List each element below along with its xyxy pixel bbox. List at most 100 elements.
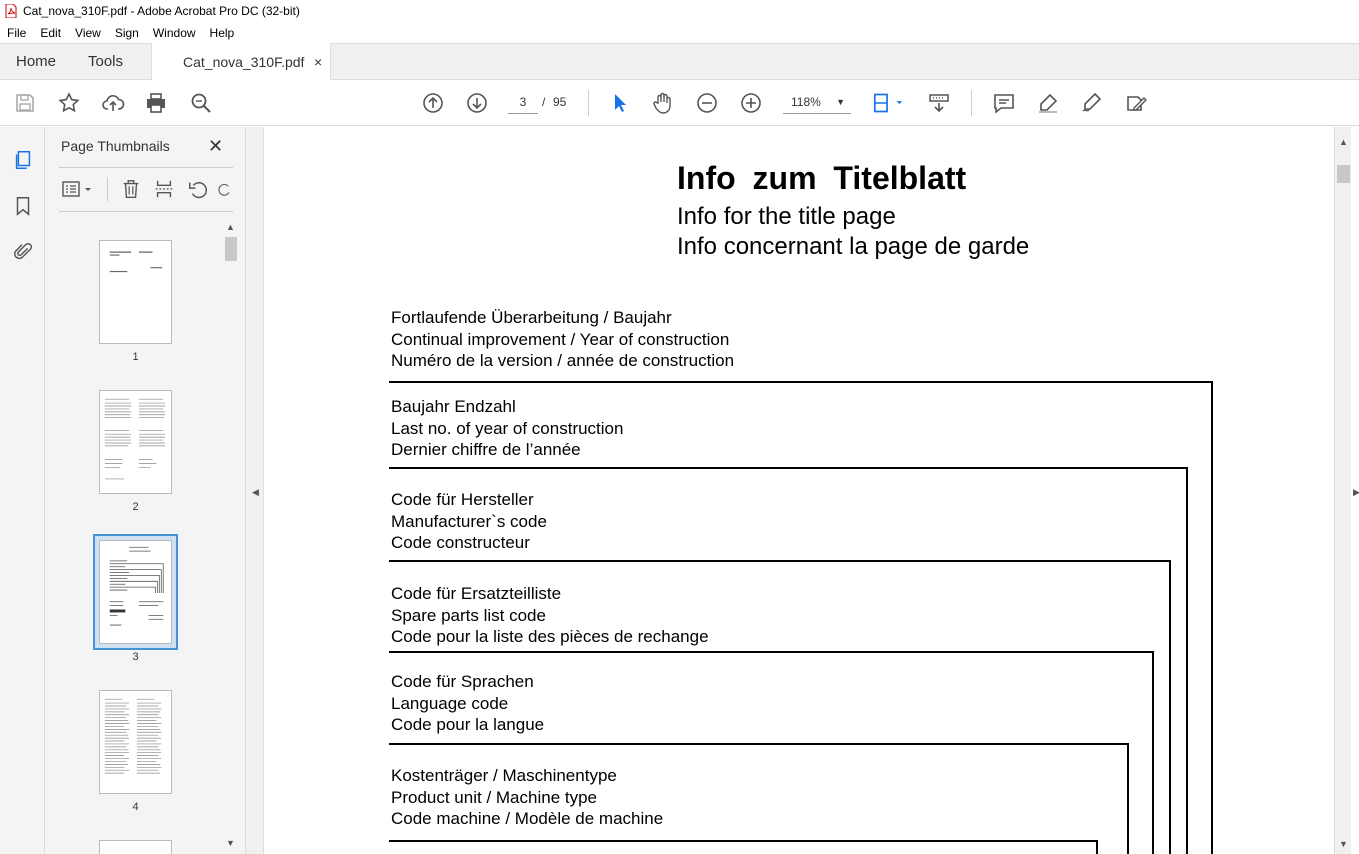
document-scrollbar[interactable]: ▲ ▼ — [1334, 127, 1351, 854]
rotate-clockwise-icon[interactable] — [217, 177, 233, 201]
menu-edit[interactable]: Edit — [33, 26, 68, 40]
window-title: Cat_nova_310F.pdf - Adobe Acrobat Pro DC… — [23, 4, 300, 18]
menu-view[interactable]: View — [68, 26, 108, 40]
close-icon[interactable]: ✕ — [208, 136, 223, 157]
bookmark-star-icon[interactable] — [56, 90, 82, 116]
block-text-fr: Dernier chiffre de l’année — [391, 440, 581, 459]
info-block: Fortlaufende Überarbeitung / Baujahr Con… — [391, 307, 734, 372]
block-text-de: Baujahr Endzahl — [391, 397, 516, 416]
fill-sign-icon[interactable] — [1123, 90, 1149, 116]
bracket-line — [389, 840, 1098, 842]
menu-bar: File Edit View Sign Window Help — [0, 22, 1359, 43]
page-thumbnail[interactable] — [99, 840, 172, 854]
page-separator: / — [542, 95, 546, 109]
hand-tool-icon[interactable] — [650, 90, 676, 116]
block-text-fr: Code constructeur — [391, 533, 530, 552]
page-thumbnail[interactable] — [99, 390, 172, 494]
collapse-panel-icon[interactable]: ◀ — [252, 487, 259, 498]
tab-document-label: Cat_nova_310F.pdf — [183, 54, 305, 70]
bracket-line — [389, 743, 1129, 745]
bracket-line — [1152, 651, 1154, 854]
toolbar-divider — [971, 90, 972, 116]
previous-page-icon[interactable] — [420, 90, 446, 116]
panel-divider — [59, 211, 233, 212]
toolbar-divider — [588, 90, 589, 116]
block-text-fr: Code machine / Modèle de machine — [391, 809, 664, 828]
zoom-value: 118% — [791, 95, 821, 109]
block-text-en: Continual improvement / Year of construc… — [391, 329, 730, 349]
acrobat-pdf-icon — [5, 4, 17, 18]
right-panel-toggle[interactable]: ▶ — [1351, 127, 1359, 854]
block-text-en: Manufacturer`s code — [391, 511, 547, 531]
thumbnail-options-icon[interactable] — [61, 177, 95, 201]
highlight-pen-icon[interactable] — [1035, 90, 1061, 116]
bracket-line — [389, 560, 1171, 562]
scroll-down-icon[interactable]: ▼ — [1339, 839, 1348, 849]
comment-icon[interactable] — [991, 90, 1017, 116]
block-text-de: Code für Ersatzteilliste — [391, 584, 562, 603]
thumbnail-label: 3 — [132, 651, 139, 663]
rotate-counterclockwise-icon[interactable] — [186, 177, 210, 201]
block-text-en: Spare parts list code — [391, 605, 546, 625]
thumbnail-scroll-thumb[interactable] — [225, 237, 237, 261]
bracket-line — [1169, 560, 1171, 854]
tab-bar: Home Tools Cat_nova_310F.pdf × — [0, 43, 1359, 81]
thumbnail-label: 2 — [132, 501, 139, 513]
tab-close-icon[interactable]: × — [314, 43, 322, 81]
info-block: Code für Hersteller Manufacturer`s code … — [391, 489, 547, 554]
bracket-line — [1096, 840, 1098, 854]
insert-page-icon[interactable] — [152, 177, 176, 201]
attachments-paperclip-icon[interactable] — [10, 239, 36, 265]
document-heading: Info zum Titelblatt — [677, 160, 967, 196]
page-thumbnails-icon[interactable] — [10, 147, 36, 173]
thumbnail-label: 1 — [132, 351, 139, 363]
print-icon[interactable] — [143, 90, 169, 116]
tab-document[interactable]: Cat_nova_310F.pdf × — [151, 43, 331, 81]
thumbnail-scrollbar[interactable]: ▲ ▼ — [222, 220, 239, 854]
page-thumbnails-panel: Page Thumbnails ✕ 1 2 3 4 ▲ ▼ — [45, 127, 245, 854]
bookmarks-icon[interactable] — [10, 193, 36, 219]
panel-splitter[interactable]: ◀ — [245, 127, 264, 854]
block-text-de: Kostenträger / Maschinentype — [391, 766, 617, 785]
block-text-en: Product unit / Machine type — [391, 787, 598, 807]
document-subtitle-fr: Info concernant la page de garde — [677, 233, 1030, 260]
page-thumbnail[interactable] — [99, 690, 172, 794]
expand-right-panel-icon[interactable]: ▶ — [1353, 487, 1359, 498]
bracket-line — [1127, 743, 1129, 854]
menu-window[interactable]: Window — [146, 26, 203, 40]
document-scroll-thumb[interactable] — [1337, 165, 1350, 183]
block-text-en: Language code — [391, 693, 509, 713]
page-number-input[interactable]: 3 — [508, 90, 538, 114]
block-text-de: Fortlaufende Überarbeitung / Baujahr — [391, 308, 672, 327]
zoom-in-icon[interactable] — [738, 90, 764, 116]
upload-cloud-icon[interactable] — [100, 90, 126, 116]
delete-page-icon[interactable] — [119, 177, 143, 201]
scroll-up-icon[interactable]: ▲ — [1339, 137, 1348, 147]
next-page-icon[interactable] — [464, 90, 490, 116]
bracket-line — [389, 651, 1154, 653]
scroll-down-icon[interactable]: ▼ — [226, 838, 235, 848]
info-block: Baujahr Endzahl Last no. of year of cons… — [391, 396, 623, 461]
block-text-en: Last no. of year of construction — [391, 418, 624, 438]
block-text-fr: Numéro de la version / année de construc… — [391, 351, 735, 370]
page-display-icon[interactable] — [870, 90, 906, 116]
page-total: 95 — [553, 95, 567, 109]
menu-file[interactable]: File — [0, 26, 33, 40]
menu-sign[interactable]: Sign — [108, 26, 146, 40]
search-icon[interactable] — [188, 90, 214, 116]
save-icon[interactable] — [12, 90, 38, 116]
select-pointer-icon[interactable] — [606, 90, 632, 116]
block-text-fr: Code pour la liste des pièces de rechang… — [391, 627, 709, 646]
zoom-level-select[interactable]: 118% ▼ — [783, 90, 851, 114]
scroll-mode-icon[interactable] — [926, 90, 952, 116]
zoom-out-icon[interactable] — [694, 90, 720, 116]
bracket-line — [389, 381, 1213, 383]
block-text-de: Code für Hersteller — [391, 490, 534, 509]
tab-home[interactable]: Home — [16, 44, 56, 80]
page-thumbnail-selected[interactable] — [99, 540, 172, 644]
tab-tools[interactable]: Tools — [88, 44, 123, 80]
draw-freehand-icon[interactable] — [1079, 90, 1105, 116]
menu-help[interactable]: Help — [203, 26, 242, 40]
scroll-up-icon[interactable]: ▲ — [226, 222, 235, 232]
page-thumbnail[interactable] — [99, 240, 172, 344]
